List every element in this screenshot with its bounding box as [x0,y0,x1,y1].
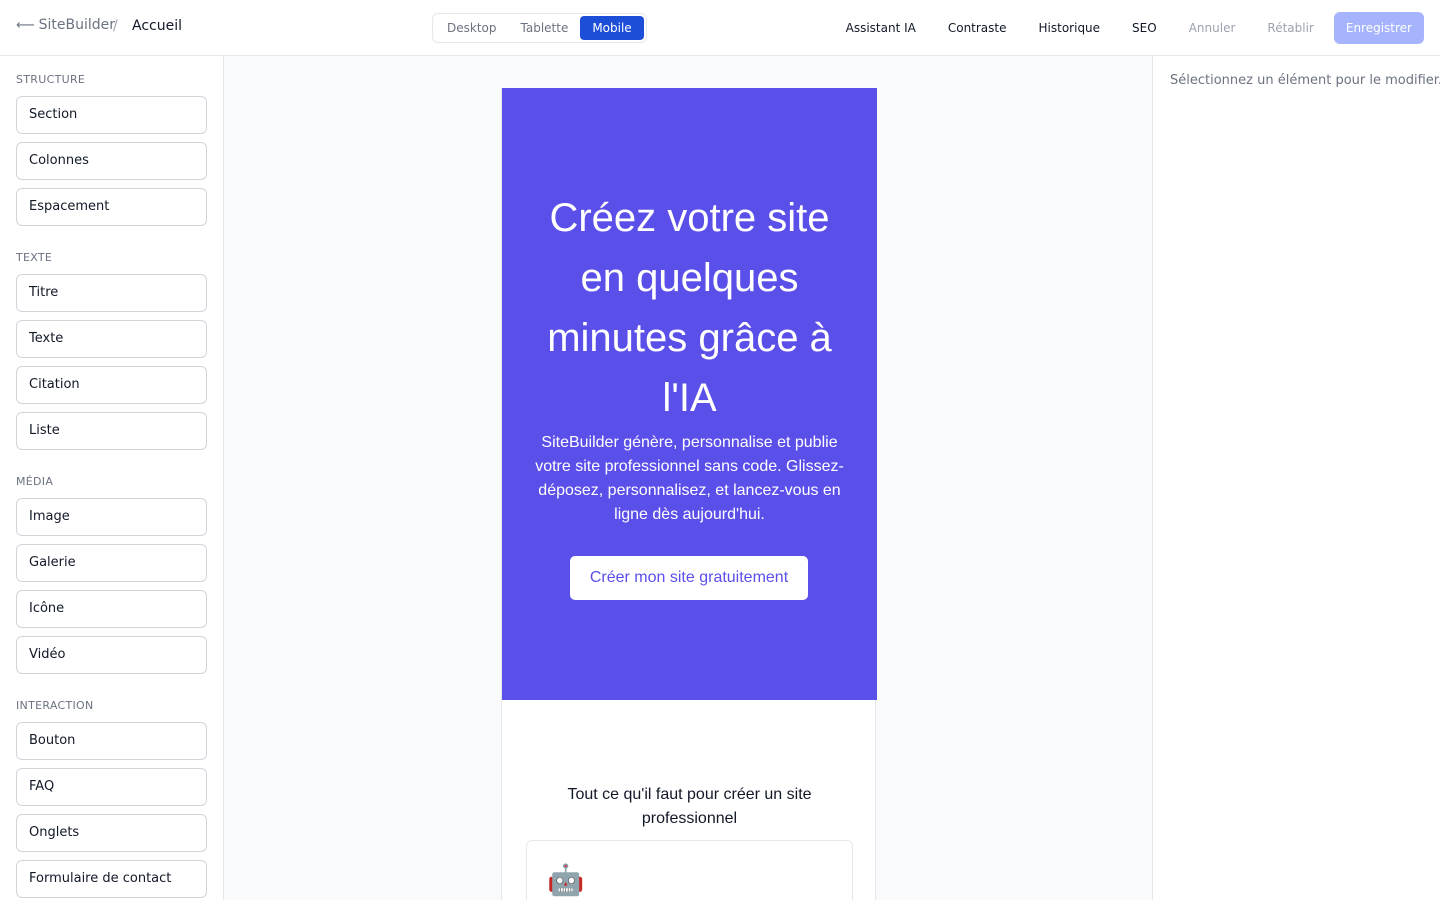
device-tablet-button[interactable]: Tablette [509,16,581,40]
block-section[interactable]: Section [16,96,207,134]
device-mobile-button[interactable]: Mobile [580,16,644,40]
block-gallery[interactable]: Galerie [16,544,207,582]
block-heading[interactable]: Titre [16,274,207,312]
empty-selection-message: Sélectionnez un élément pour le modifier… [1170,73,1440,88]
hero-title[interactable]: Créez votre site en quelques minutes grâ… [528,188,851,428]
mobile-preview: Créez votre site en quelques minutes grâ… [501,88,877,900]
block-tabs[interactable]: Onglets [16,814,207,852]
contrast-button[interactable]: Contraste [948,21,1007,35]
editor-canvas[interactable]: Créez votre site en quelques minutes grâ… [224,56,1153,900]
block-icon[interactable]: Icône [16,590,207,628]
block-palette: STRUCTURE Section Colonnes Espacement TE… [0,56,224,900]
device-switcher: Desktop Tablette Mobile [432,13,647,43]
save-button[interactable]: Enregistrer [1333,12,1424,44]
block-contact-form[interactable]: Formulaire de contact [16,860,207,898]
breadcrumb-separator: / [113,18,118,34]
back-arrow-icon: ⟵ [16,17,35,33]
block-text[interactable]: Texte [16,320,207,358]
hero-section[interactable]: Créez votre site en quelques minutes grâ… [502,88,877,700]
device-desktop-button[interactable]: Desktop [435,16,509,40]
history-button[interactable]: Historique [1039,21,1101,35]
block-columns[interactable]: Colonnes [16,142,207,180]
app-name: SiteBuilder [38,17,116,33]
top-bar: ⟵ SiteBuilder / Accueil Desktop Tablette… [0,0,1440,56]
undo-button[interactable]: Annuler [1189,21,1236,35]
redo-button[interactable]: Rétablir [1267,21,1313,35]
features-title[interactable]: Tout ce qu'il faut pour créer un site pr… [542,783,837,831]
properties-panel: Sélectionnez un élément pour le modifier… [1152,56,1440,900]
group-title-text: TEXTE [16,251,53,264]
feature-card[interactable]: 🤖 [526,840,853,900]
hero-subtitle[interactable]: SiteBuilder génère, personnalise et publ… [528,431,851,527]
block-video[interactable]: Vidéo [16,636,207,674]
hero-cta-button[interactable]: Créer mon site gratuitement [570,556,808,600]
ai-assistant-button[interactable]: Assistant IA [846,21,916,35]
page-title: Accueil [132,18,182,34]
group-title-media: MÉDIA [16,475,54,488]
back-link[interactable]: ⟵ SiteBuilder [16,17,115,33]
block-image[interactable]: Image [16,498,207,536]
group-title-interaction: INTERACTION [16,699,94,712]
block-quote[interactable]: Citation [16,366,207,404]
seo-button[interactable]: SEO [1132,21,1157,35]
block-button[interactable]: Bouton [16,722,207,760]
block-spacing[interactable]: Espacement [16,188,207,226]
group-title-structure: STRUCTURE [16,73,86,86]
robot-icon: 🤖 [547,863,585,898]
block-list[interactable]: Liste [16,412,207,450]
toolbar-actions: Assistant IA Contraste Historique SEO An… [814,12,1424,44]
block-faq[interactable]: FAQ [16,768,207,806]
